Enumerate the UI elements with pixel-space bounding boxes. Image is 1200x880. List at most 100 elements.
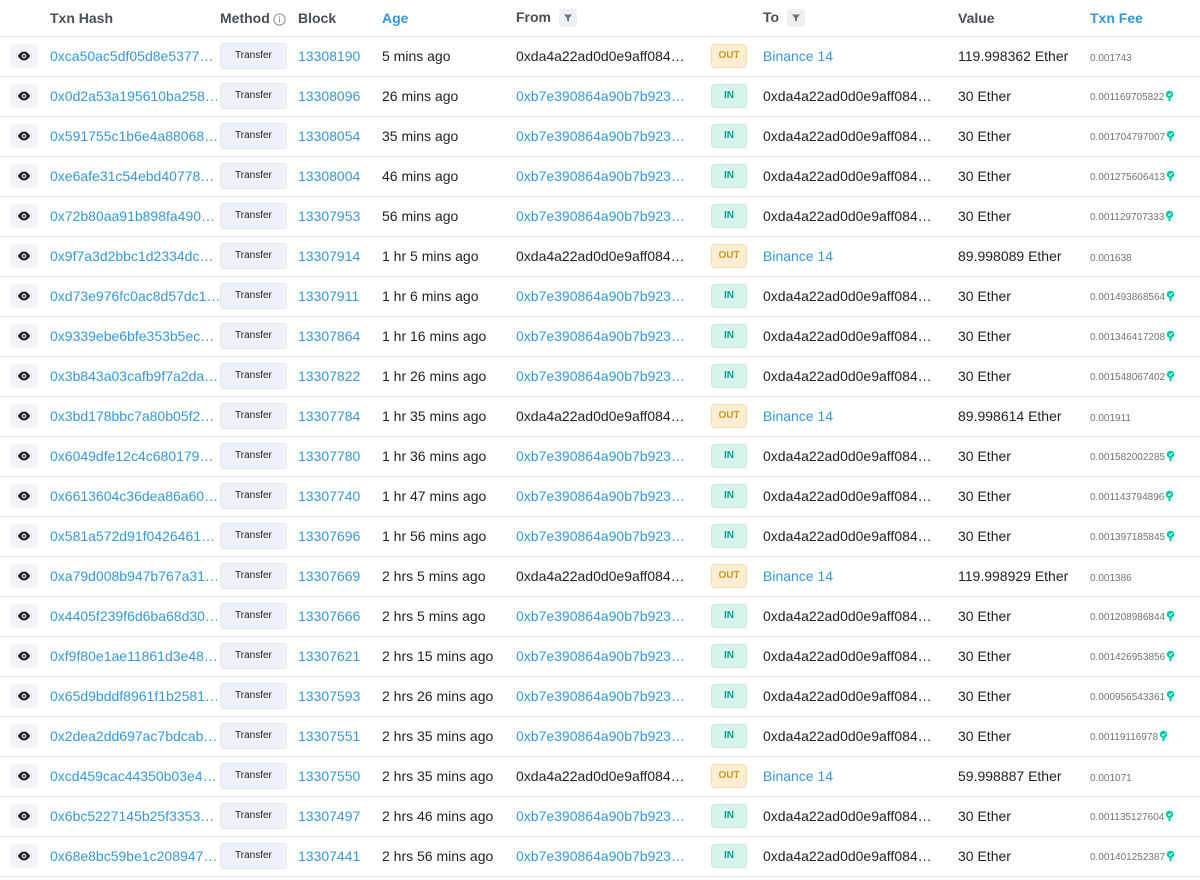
eye-icon[interactable] bbox=[10, 604, 38, 628]
age-text: 2 hrs 35 mins ago bbox=[382, 768, 494, 784]
block-link[interactable]: 13307441 bbox=[298, 848, 360, 864]
txn-hash-link[interactable]: 0xcd459cac44350b03e4… bbox=[50, 768, 217, 784]
txn-hash-link[interactable]: 0x6049dfe12c4c680179… bbox=[50, 448, 213, 464]
from-address[interactable]: 0xb7e390864a90b7b923… bbox=[516, 848, 685, 864]
from-address[interactable]: 0xb7e390864a90b7b923… bbox=[516, 728, 685, 744]
txn-hash-link[interactable]: 0xe6afe31c54ebd40778… bbox=[50, 168, 214, 184]
filter-icon[interactable] bbox=[559, 8, 577, 27]
txn-hash-link[interactable]: 0xd73e976fc0ac8d57dc1… bbox=[50, 288, 220, 304]
txn-hash-link[interactable]: 0x2dea2dd697ac7bdcab… bbox=[50, 728, 217, 744]
from-address[interactable]: 0xb7e390864a90b7b923… bbox=[516, 288, 685, 304]
from-address[interactable]: 0xb7e390864a90b7b923… bbox=[516, 168, 685, 184]
txn-hash-link[interactable]: 0x3b843a03cafb9f7a2da… bbox=[50, 368, 218, 384]
direction-badge: OUT bbox=[711, 764, 747, 788]
from-address[interactable]: 0xb7e390864a90b7b923… bbox=[516, 128, 685, 144]
txn-hash-link[interactable]: 0x6bc5227145b25f3353… bbox=[50, 808, 214, 824]
txn-hash-link[interactable]: 0x3bd178bbc7a80b05f2… bbox=[50, 408, 214, 424]
from-address[interactable]: 0xb7e390864a90b7b923… bbox=[516, 608, 685, 624]
block-link[interactable]: 13307669 bbox=[298, 568, 360, 584]
from-address[interactable]: 0xb7e390864a90b7b923… bbox=[516, 208, 685, 224]
block-link[interactable]: 13307696 bbox=[298, 528, 360, 544]
info-icon[interactable] bbox=[273, 12, 286, 26]
txn-hash-link[interactable]: 0x65d9bddf8961f1b2581… bbox=[50, 688, 219, 704]
from-address[interactable]: 0xb7e390864a90b7b923… bbox=[516, 648, 685, 664]
block-link[interactable]: 13307953 bbox=[298, 208, 360, 224]
txn-hash-link[interactable]: 0xca50ac5df05d8e5377… bbox=[50, 48, 213, 64]
block-link[interactable]: 13307780 bbox=[298, 448, 360, 464]
eye-icon[interactable] bbox=[10, 524, 38, 548]
txn-hash-link[interactable]: 0x68e8bc59be1c208947… bbox=[50, 848, 217, 864]
eye-icon[interactable] bbox=[10, 484, 38, 508]
block-link[interactable]: 13307864 bbox=[298, 328, 360, 344]
from-address[interactable]: 0xb7e390864a90b7b923… bbox=[516, 688, 685, 704]
eye-icon[interactable] bbox=[10, 724, 38, 748]
from-address[interactable]: 0xb7e390864a90b7b923… bbox=[516, 448, 685, 464]
from-address[interactable]: 0xb7e390864a90b7b923… bbox=[516, 528, 685, 544]
from-address[interactable]: 0xb7e390864a90b7b923… bbox=[516, 328, 685, 344]
txn-hash-link[interactable]: 0x72b80aa91b898fa490… bbox=[50, 208, 215, 224]
method-badge: Transfer bbox=[220, 483, 287, 509]
txn-hash-link[interactable]: 0x6613604c36dea86a60… bbox=[50, 488, 218, 504]
block-link[interactable]: 13307784 bbox=[298, 408, 360, 424]
eye-icon[interactable] bbox=[10, 684, 38, 708]
from-address[interactable]: 0xb7e390864a90b7b923… bbox=[516, 808, 685, 824]
eye-icon[interactable] bbox=[10, 844, 38, 868]
block-link[interactable]: 13308190 bbox=[298, 48, 360, 64]
from-address[interactable]: 0xb7e390864a90b7b923… bbox=[516, 88, 685, 104]
block-link[interactable]: 13308054 bbox=[298, 128, 360, 144]
to-address: 0xda4a22ad0d0e9aff084… bbox=[763, 168, 932, 184]
eye-icon[interactable] bbox=[10, 244, 38, 268]
to-address[interactable]: Binance 14 bbox=[763, 48, 833, 64]
block-link[interactable]: 13307593 bbox=[298, 688, 360, 704]
eye-icon[interactable] bbox=[10, 164, 38, 188]
eye-icon[interactable] bbox=[10, 284, 38, 308]
txn-hash-link[interactable]: 0x591755c1b6e4a88068… bbox=[50, 128, 218, 144]
age-text: 2 hrs 35 mins ago bbox=[382, 728, 494, 744]
block-link[interactable]: 13307914 bbox=[298, 248, 360, 264]
txn-hash-link[interactable]: 0x581a572d91f0426461… bbox=[50, 528, 215, 544]
txn-hash-link[interactable]: 0x9f7a3d2bbc1d2334dc… bbox=[50, 248, 213, 264]
header-txn-fee[interactable]: Txn Fee bbox=[1090, 0, 1200, 37]
eye-icon[interactable] bbox=[10, 804, 38, 828]
block-link[interactable]: 13308004 bbox=[298, 168, 360, 184]
to-address[interactable]: Binance 14 bbox=[763, 768, 833, 784]
eye-icon[interactable] bbox=[10, 84, 38, 108]
txn-hash-link[interactable]: 0xf9f80e1ae11861d3e48… bbox=[50, 648, 218, 664]
filter-icon[interactable] bbox=[787, 8, 806, 27]
direction-badge: IN bbox=[711, 604, 747, 628]
eye-icon[interactable] bbox=[10, 204, 38, 228]
eye-icon[interactable] bbox=[10, 44, 38, 68]
block-link[interactable]: 13307911 bbox=[298, 288, 359, 304]
eye-icon[interactable] bbox=[10, 444, 38, 468]
to-address[interactable]: Binance 14 bbox=[763, 248, 833, 264]
block-link[interactable]: 13307550 bbox=[298, 768, 360, 784]
txn-hash-link[interactable]: 0xa79d008b947b767a31… bbox=[50, 568, 219, 584]
txn-fee-text: 0.001275606413 bbox=[1090, 172, 1166, 184]
eye-icon[interactable] bbox=[10, 764, 38, 788]
eye-icon[interactable] bbox=[10, 644, 38, 668]
to-address[interactable]: Binance 14 bbox=[763, 568, 833, 584]
block-link[interactable]: 13307497 bbox=[298, 808, 360, 824]
eye-icon[interactable] bbox=[10, 564, 38, 588]
block-link[interactable]: 13307822 bbox=[298, 368, 360, 384]
header-age[interactable]: Age bbox=[382, 0, 516, 37]
from-address[interactable]: 0xb7e390864a90b7b923… bbox=[516, 368, 685, 384]
eye-icon[interactable] bbox=[10, 324, 38, 348]
block-link[interactable]: 13307740 bbox=[298, 488, 360, 504]
method-badge: Transfer bbox=[220, 643, 287, 669]
from-address[interactable]: 0xb7e390864a90b7b923… bbox=[516, 488, 685, 504]
block-link[interactable]: 13307621 bbox=[298, 648, 360, 664]
txn-hash-link[interactable]: 0x4405f239f6d6ba68d30… bbox=[50, 608, 219, 624]
eye-icon[interactable] bbox=[10, 364, 38, 388]
to-address[interactable]: Binance 14 bbox=[763, 408, 833, 424]
gas-icon bbox=[1166, 529, 1175, 545]
block-link[interactable]: 13307551 bbox=[298, 728, 360, 744]
txn-hash-link[interactable]: 0x9339ebe6bfe353b5ec… bbox=[50, 328, 214, 344]
eye-icon[interactable] bbox=[10, 124, 38, 148]
txn-hash-link[interactable]: 0x0d2a53a195610ba258… bbox=[50, 88, 219, 104]
block-link[interactable]: 13308096 bbox=[298, 88, 360, 104]
block-link[interactable]: 13307666 bbox=[298, 608, 360, 624]
to-address: 0xda4a22ad0d0e9aff084… bbox=[763, 848, 932, 864]
header-method: Method bbox=[220, 0, 298, 37]
eye-icon[interactable] bbox=[10, 404, 38, 428]
